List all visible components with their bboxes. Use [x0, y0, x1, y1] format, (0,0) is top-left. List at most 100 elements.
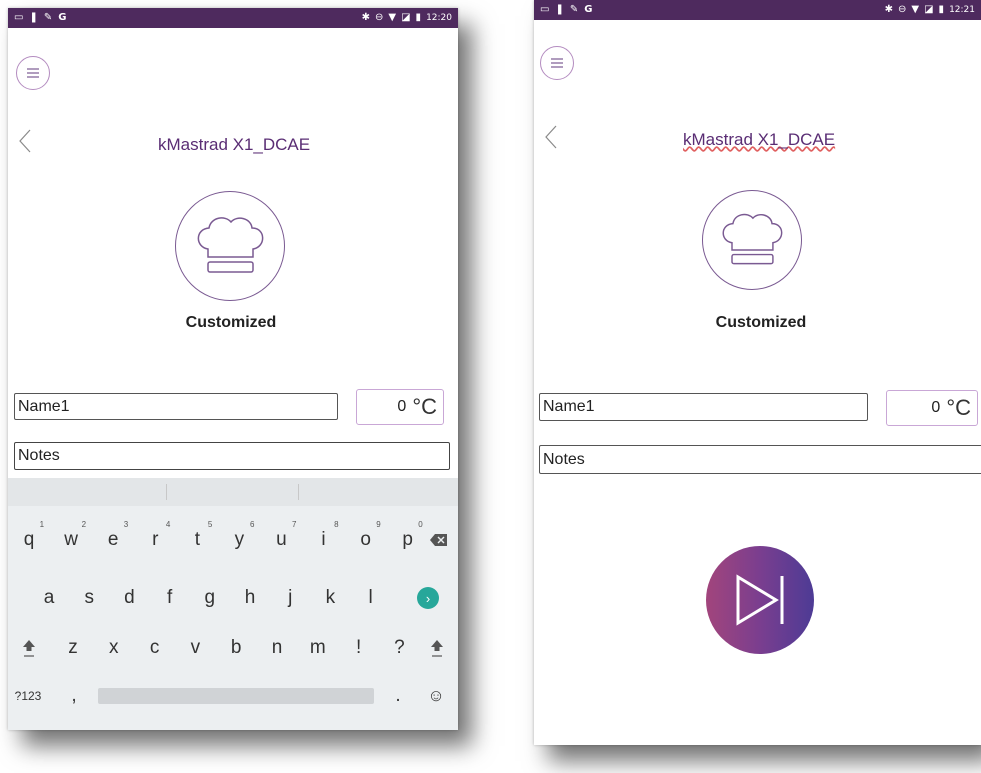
- temperature-unit: °C: [946, 395, 971, 420]
- key-hint: 4: [165, 520, 171, 529]
- back-button[interactable]: [544, 124, 558, 155]
- key-m[interactable]: m: [299, 626, 337, 670]
- key-hint: 9: [376, 520, 381, 529]
- key-l[interactable]: l: [352, 576, 390, 620]
- key-c[interactable]: c: [136, 626, 174, 670]
- mode-icon-circle[interactable]: [175, 191, 285, 301]
- key-z[interactable]: z: [54, 626, 92, 670]
- symbols-key[interactable]: ?123: [8, 674, 48, 718]
- key-t[interactable]: t5: [176, 518, 218, 562]
- phone-screen-right: ▭ ❚ ✎ G ✱ ⊖ ▼ ◪ ▮ 12:21 kMastrad X1_DCAE: [534, 0, 981, 745]
- key-o[interactable]: o9: [345, 518, 387, 562]
- notes-input[interactable]: Notes: [539, 445, 981, 474]
- signal-icon: ◪: [401, 12, 411, 23]
- status-time: 12:20: [426, 12, 452, 23]
- bluetooth-icon: ✱: [884, 4, 893, 15]
- device-title: kMastrad X1_DCAE: [683, 130, 836, 149]
- alert-notification-icon: ❚: [555, 4, 564, 15]
- keyboard-row-2: › asdfghjkl: [8, 576, 458, 620]
- key-d[interactable]: d: [110, 576, 148, 620]
- arrow-right-icon: ›: [417, 587, 439, 609]
- bluetooth-icon: ✱: [361, 12, 370, 23]
- signal-icon: ◪: [924, 4, 934, 15]
- wifi-icon: ▼: [911, 4, 920, 15]
- back-button[interactable]: [18, 128, 32, 159]
- key-question[interactable]: ?: [380, 626, 418, 670]
- backspace-icon: [430, 534, 447, 546]
- shift-key-right[interactable]: [420, 626, 454, 670]
- name-input[interactable]: Name1: [14, 393, 338, 420]
- backspace-key[interactable]: [422, 518, 456, 562]
- key-a[interactable]: a: [30, 576, 68, 620]
- key-y[interactable]: y6: [218, 518, 260, 562]
- keyboard-row-3: z x c v b n m!?: [8, 626, 458, 670]
- key-j[interactable]: j: [271, 576, 309, 620]
- key-hint: 5: [207, 520, 213, 529]
- do-not-disturb-icon: ⊖: [898, 4, 907, 15]
- comma-key[interactable]: ,: [64, 674, 84, 718]
- key-e[interactable]: e3: [92, 518, 134, 562]
- do-not-disturb-icon: ⊖: [375, 12, 384, 23]
- temperature-value: 0: [397, 398, 407, 415]
- key-r[interactable]: r4: [134, 518, 176, 562]
- key-i[interactable]: i8: [303, 518, 345, 562]
- suggestion-strip: [8, 478, 458, 506]
- key-label: p: [402, 529, 413, 550]
- menu-button[interactable]: [540, 46, 574, 80]
- mode-label: Customized: [715, 314, 807, 331]
- key-label: u: [276, 529, 287, 550]
- suggestion-divider: [166, 484, 167, 500]
- key-u[interactable]: u7: [260, 518, 302, 562]
- temperature-input[interactable]: 0 °C: [886, 390, 978, 426]
- key-v[interactable]: v: [176, 626, 214, 670]
- chef-hat-icon: [722, 213, 782, 264]
- key-n[interactable]: n: [258, 626, 296, 670]
- mode-icon-circle[interactable]: [702, 190, 802, 290]
- key-label: w: [64, 529, 78, 550]
- wifi-icon: ▼: [388, 12, 397, 23]
- chef-hat-icon: [197, 216, 263, 273]
- temperature-input[interactable]: 0 °C: [356, 389, 444, 425]
- wrench-notification-icon: ✎: [43, 12, 53, 23]
- battery-icon: ▮: [415, 12, 422, 23]
- name-input[interactable]: Name1: [539, 393, 868, 421]
- key-h[interactable]: h: [231, 576, 269, 620]
- emoji-key[interactable]: ☺: [420, 674, 452, 718]
- key-hint: 2: [81, 520, 87, 529]
- key-x[interactable]: x: [95, 626, 133, 670]
- key-label: i: [321, 529, 326, 550]
- key-hint: 3: [123, 520, 129, 529]
- key-label: e: [107, 529, 119, 550]
- status-bar: ▭ ❚ ✎ G ✱ ⊖ ▼ ◪ ▮ 12:21: [534, 0, 981, 20]
- key-hint: 1: [39, 520, 45, 529]
- key-w[interactable]: w2: [50, 518, 92, 562]
- alert-notification-icon: ❚: [29, 12, 38, 23]
- key-hint: 8: [334, 520, 339, 529]
- key-k[interactable]: k: [311, 576, 349, 620]
- key-g[interactable]: g: [191, 576, 229, 620]
- suggestion-divider: [298, 484, 299, 500]
- chevron-left-icon: [19, 129, 31, 153]
- status-bar: ▭ ❚ ✎ G ✱ ⊖ ▼ ◪ ▮ 12:20: [8, 8, 458, 28]
- space-key[interactable]: [98, 688, 374, 704]
- notes-input[interactable]: Notes: [14, 442, 450, 470]
- google-notification-icon: G: [58, 12, 67, 23]
- go-key[interactable]: ›: [408, 576, 448, 620]
- hamburger-menu-icon: [27, 68, 39, 78]
- shift-key[interactable]: [12, 626, 46, 670]
- start-button[interactable]: [706, 546, 814, 654]
- screenshot-notification-icon: ▭: [540, 4, 550, 15]
- google-notification-icon: G: [584, 4, 593, 15]
- period-key[interactable]: .: [388, 674, 408, 718]
- key-q[interactable]: q1: [8, 518, 50, 562]
- keyboard-row-1: q1w2e3r4t5y6u7i8o9p0: [8, 518, 458, 562]
- shift-arrow-icon: [431, 640, 443, 657]
- key-b[interactable]: b: [217, 626, 255, 670]
- key-label: t: [194, 529, 200, 550]
- key-label: q: [23, 529, 35, 550]
- key-f[interactable]: f: [151, 576, 189, 620]
- key-exclamation[interactable]: !: [340, 626, 378, 670]
- menu-button[interactable]: [16, 56, 50, 90]
- key-s[interactable]: s: [70, 576, 108, 620]
- temperature-value: 0: [931, 399, 941, 416]
